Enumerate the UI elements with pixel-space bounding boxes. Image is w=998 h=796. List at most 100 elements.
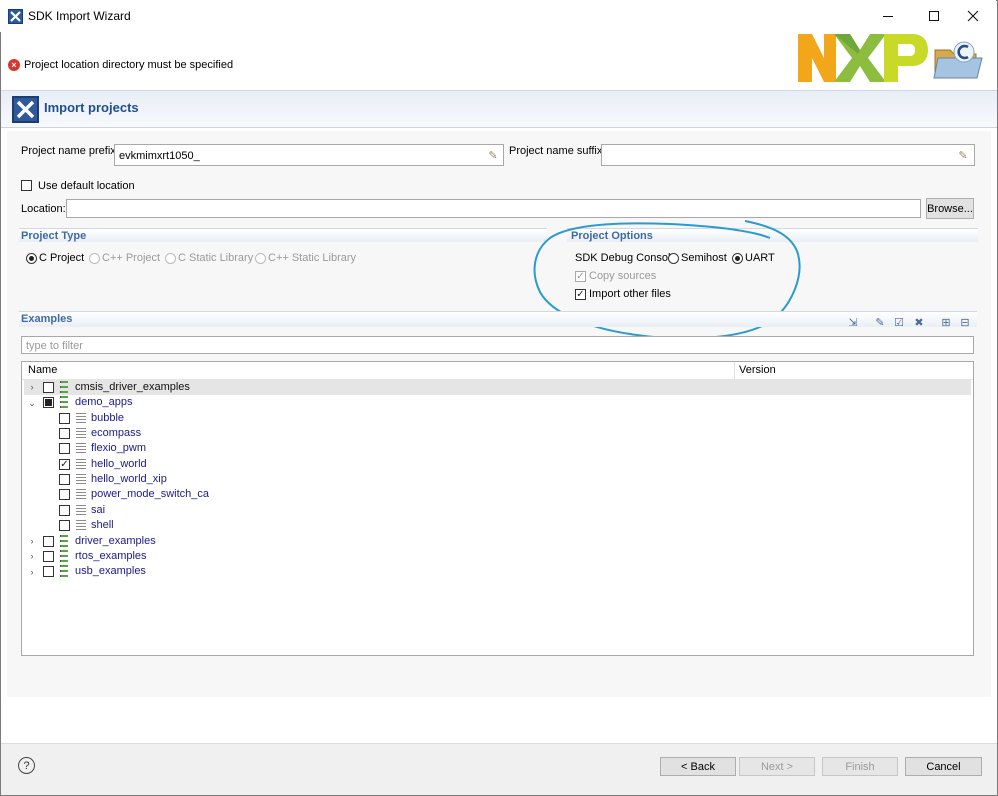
row-checkbox[interactable] <box>43 551 54 562</box>
tree-label[interactable]: usb_examples <box>75 565 146 577</box>
cpp-project-radio[interactable] <box>89 253 100 264</box>
project-type-heading: Project Type <box>21 230 87 242</box>
import-from-file-icon[interactable]: ⇲ <box>846 315 860 329</box>
chevron-right-icon[interactable]: › <box>27 567 37 577</box>
filter-input[interactable]: type to filter <box>21 336 974 354</box>
example-file-icon <box>76 458 86 470</box>
row-checkbox[interactable]: ✓ <box>59 459 70 470</box>
example-file-icon <box>76 412 86 424</box>
sdk-wizard-icon <box>8 9 23 24</box>
library-icon <box>60 550 68 562</box>
tree-label[interactable]: demo_apps <box>75 396 133 408</box>
tree-label: cmsis_driver_examples <box>75 381 190 393</box>
chevron-right-icon[interactable]: › <box>27 536 37 546</box>
example-file-icon <box>76 519 86 531</box>
maximize-icon <box>929 11 939 21</box>
tree-label[interactable]: driver_examples <box>75 535 156 547</box>
library-icon <box>60 381 68 393</box>
examples-header <box>19 311 977 327</box>
browse-button[interactable]: Browse... <box>926 198 974 219</box>
tree-label[interactable]: bubble <box>91 412 124 424</box>
tree-label[interactable]: shell <box>91 519 114 531</box>
tree-label[interactable]: hello_world <box>91 458 147 470</box>
row-checkbox[interactable] <box>59 443 70 454</box>
tree-label[interactable]: flexio_pwm <box>91 442 146 454</box>
filter-placeholder: type to filter <box>26 340 83 352</box>
library-icon <box>60 535 68 547</box>
next-button[interactable]: Next > <box>739 757 815 776</box>
example-file-icon <box>76 427 86 439</box>
tree-label[interactable]: ecompass <box>91 427 141 439</box>
column-divider <box>734 362 735 380</box>
folder-icon <box>932 40 984 80</box>
tree-header <box>22 362 973 380</box>
row-checkbox[interactable] <box>59 489 70 500</box>
cpp-static-library-radio[interactable] <box>255 253 266 264</box>
library-icon <box>60 565 68 577</box>
row-checkbox[interactable] <box>43 566 54 577</box>
close-button[interactable] <box>950 0 996 32</box>
chevron-down-icon[interactable]: ⌄ <box>27 398 37 408</box>
c-static-library-radio[interactable] <box>165 253 176 264</box>
select-all-icon[interactable]: ☑ <box>892 315 906 329</box>
prefix-value: evkmimxrt1050_ <box>119 150 200 162</box>
row-checkbox[interactable] <box>43 536 54 547</box>
cpp-static-library-label: C++ Static Library <box>268 252 357 264</box>
example-file-icon <box>76 473 86 485</box>
use-default-location-label: Use default location <box>38 180 135 192</box>
tree-label[interactable]: sai <box>91 504 105 516</box>
suffix-label: Project name suffix: <box>509 145 606 157</box>
tree-label[interactable]: power_mode_switch_ca <box>91 488 209 500</box>
row-checkbox[interactable] <box>43 397 54 408</box>
page-title: Import projects <box>44 100 139 115</box>
clear-selection-icon[interactable]: ✎ <box>873 315 887 329</box>
help-icon[interactable]: ? <box>18 757 35 774</box>
examples-tree <box>21 361 974 656</box>
chevron-right-icon[interactable]: › <box>27 551 37 561</box>
prefix-input[interactable]: evkmimxrt1050_ <box>114 144 504 166</box>
finish-button[interactable]: Finish <box>822 757 898 776</box>
deselect-all-icon[interactable]: ✖ <box>912 315 926 329</box>
page-banner <box>1 90 997 128</box>
chevron-right-icon[interactable]: › <box>27 382 37 392</box>
window-title: SDK Import Wizard <box>28 9 131 23</box>
c-project-label: C Project <box>39 252 85 264</box>
title-bar <box>0 0 996 32</box>
clear-prefix-icon[interactable]: ✎ <box>485 147 501 163</box>
row-checkbox[interactable] <box>59 474 70 485</box>
use-default-location-checkbox[interactable] <box>21 180 32 191</box>
project-type-header <box>19 228 547 242</box>
clear-suffix-icon[interactable]: ✎ <box>955 147 971 163</box>
tree-label[interactable]: rtos_examples <box>75 550 147 562</box>
example-file-icon <box>76 442 86 454</box>
error-message: Project location directory must be speci… <box>24 59 234 71</box>
close-icon <box>967 10 979 22</box>
row-checkbox[interactable] <box>59 505 70 516</box>
library-icon <box>60 396 68 408</box>
tree-label[interactable]: hello_world_xip <box>91 473 167 485</box>
import-projects-icon <box>12 96 39 123</box>
cancel-button[interactable]: Cancel <box>905 757 982 776</box>
location-label: Location: <box>21 203 66 215</box>
examples-heading: Examples <box>21 313 73 325</box>
cpp-project-label: C++ Project <box>102 252 161 264</box>
row-checkbox[interactable] <box>43 382 54 393</box>
expand-all-icon[interactable]: ⊞ <box>939 315 953 329</box>
example-file-icon <box>76 504 86 516</box>
back-button[interactable]: < Back <box>660 757 736 776</box>
error-icon: × <box>8 59 20 71</box>
prefix-label: Project name prefix: <box>21 145 119 157</box>
column-name[interactable]: Name <box>28 364 57 376</box>
example-file-icon <box>76 488 86 500</box>
row-checkbox[interactable] <box>59 413 70 424</box>
suffix-input[interactable] <box>601 144 975 166</box>
row-checkbox[interactable] <box>59 520 70 531</box>
column-version[interactable]: Version <box>739 364 776 376</box>
collapse-all-icon[interactable]: ⊟ <box>958 315 972 329</box>
c-project-radio[interactable] <box>26 253 37 264</box>
c-static-library-label: C Static Library <box>178 252 254 264</box>
nxp-logo <box>796 30 930 86</box>
minimize-button[interactable] <box>865 0 911 32</box>
minimize-icon <box>883 16 893 17</box>
row-checkbox[interactable] <box>59 428 70 439</box>
